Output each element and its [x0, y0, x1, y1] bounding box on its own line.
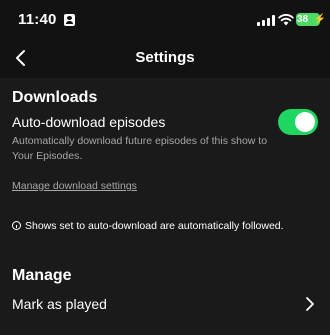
downloads-section-title: Downloads [12, 89, 98, 106]
settings-content: Downloads Auto-download episodes Automat… [0, 78, 330, 335]
auto-download-toggle[interactable] [278, 109, 318, 135]
info-text: Shows set to auto-download are automatic… [25, 220, 284, 232]
battery-icon: 38 ⚡ [296, 13, 326, 26]
status-time: 11:40 [18, 11, 57, 28]
manage-download-settings-link[interactable]: Manage download settings [12, 180, 137, 192]
wifi-icon [278, 14, 294, 26]
signal-icon [257, 15, 275, 26]
info-circle-icon [12, 221, 21, 230]
page-title: Settings [135, 49, 195, 66]
contact-card-icon [64, 14, 75, 26]
mark-as-played-label[interactable]: Mark as played [12, 296, 107, 312]
auto-download-label: Auto-download episodes [12, 114, 166, 130]
header: Settings [0, 38, 330, 78]
bolt-icon: ⚡ [313, 14, 326, 25]
toggle-knob [295, 112, 315, 132]
status-bar: 11:40 38 ⚡ [0, 0, 330, 38]
chevron-right-icon[interactable] [304, 296, 316, 312]
auto-download-description: Automatically download future episodes o… [12, 135, 268, 162]
battery-level: 38 [297, 14, 309, 25]
manage-section-title: Manage [12, 267, 72, 284]
